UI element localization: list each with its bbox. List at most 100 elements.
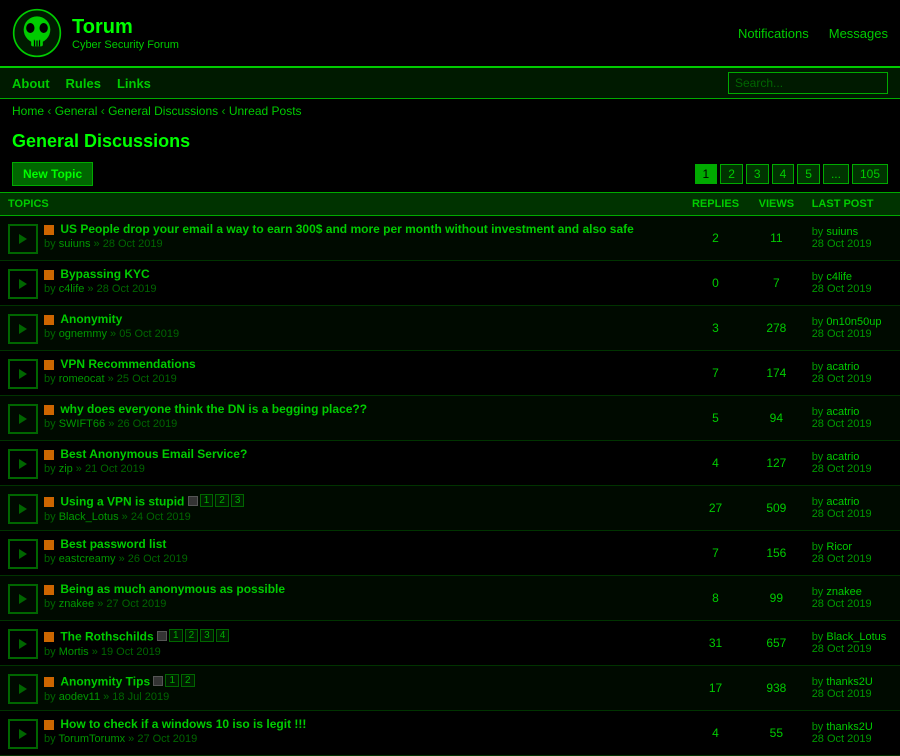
topic-author-link[interactable]: znakee <box>59 598 94 610</box>
topic-info: Anonymity by ognemmy » 05 Oct 2019 <box>44 312 179 340</box>
topic-info: Best password list by eastcreamy » 26 Oc… <box>44 537 188 565</box>
page-2[interactable]: 2 <box>720 164 743 184</box>
topic-meta: by aodev11 » 18 Jul 2019 <box>44 691 195 703</box>
topic-cell: why does everyone think the DN is a begg… <box>0 396 682 441</box>
topic-author-link[interactable]: aodev11 <box>59 691 100 703</box>
replies-cell: 4 <box>682 441 749 486</box>
site-title: Torum <box>72 16 179 39</box>
topic-status-icon <box>8 539 38 569</box>
last-post-author-link[interactable]: znakee <box>826 586 861 598</box>
page-5[interactable]: 5 <box>797 164 820 184</box>
replies-cell: 31 <box>682 621 749 666</box>
topic-title-link[interactable]: How to check if a windows 10 iso is legi… <box>60 717 306 731</box>
breadcrumb-home[interactable]: Home <box>12 104 44 118</box>
sub-page-link[interactable]: 3 <box>231 494 245 507</box>
sub-page-link[interactable]: 1 <box>169 629 183 642</box>
notifications-link[interactable]: Notifications <box>738 26 809 41</box>
topic-row-inner: Bypassing KYC by c4life » 28 Oct 2019 <box>8 267 674 299</box>
topic-icon-box <box>8 359 38 389</box>
topic-title-link[interactable]: Anonymity <box>60 312 122 326</box>
topic-author-link[interactable]: romeocat <box>59 373 105 385</box>
last-post-author-link[interactable]: suiuns <box>826 226 858 238</box>
site-subtitle: Cyber Security Forum <box>72 39 179 51</box>
topic-title-link[interactable]: why does everyone think the DN is a begg… <box>60 402 367 416</box>
topic-title-link[interactable]: The Rothschilds <box>60 630 153 644</box>
pagination: 1 2 3 4 5 ... 105 <box>695 164 888 184</box>
topic-title-link[interactable]: Best Anonymous Email Service? <box>60 447 247 461</box>
topic-author-link[interactable]: c4life <box>59 283 85 295</box>
topic-title-link[interactable]: US People drop your email a way to earn … <box>60 222 633 236</box>
replies-cell: 7 <box>682 351 749 396</box>
topic-author-link[interactable]: suiuns <box>59 238 91 250</box>
page-4[interactable]: 4 <box>772 164 795 184</box>
views-cell: 55 <box>749 711 804 756</box>
skull-icon <box>12 8 62 58</box>
new-topic-button[interactable]: New Topic <box>12 162 93 186</box>
sub-page-link[interactable]: 1 <box>165 674 179 687</box>
views-cell: 509 <box>749 486 804 531</box>
nav-about[interactable]: About <box>12 76 50 91</box>
col-topics: TOPICS <box>0 193 682 216</box>
last-post-author-link[interactable]: thanks2U <box>826 721 872 733</box>
topic-info: The Rothschilds 1234 by Mortis » 19 Oct … <box>44 627 229 658</box>
last-post-author-link[interactable]: acatrio <box>826 496 859 508</box>
page-105[interactable]: 105 <box>852 164 888 184</box>
last-post-author-link[interactable]: Black_Lotus <box>826 631 886 643</box>
page-ellipsis: ... <box>823 164 849 184</box>
nav-links-link[interactable]: Links <box>117 76 151 91</box>
last-post-author-link[interactable]: Ricor <box>826 541 852 553</box>
topic-author-link[interactable]: ognemmy <box>59 328 107 340</box>
last-post-author-link[interactable]: thanks2U <box>826 676 872 688</box>
sub-page-link[interactable]: 2 <box>181 674 195 687</box>
page-3[interactable]: 3 <box>746 164 769 184</box>
breadcrumb-unread[interactable]: Unread Posts <box>229 104 302 118</box>
sub-pages: 123 <box>188 494 245 507</box>
topic-title-link[interactable]: VPN Recommendations <box>60 357 195 371</box>
topic-cell: Best Anonymous Email Service? by zip » 2… <box>0 441 682 486</box>
topic-row-inner: How to check if a windows 10 iso is legi… <box>8 717 674 749</box>
topic-info: VPN Recommendations by romeocat » 25 Oct… <box>44 357 196 385</box>
sub-page-link[interactable]: 1 <box>200 494 214 507</box>
topic-author-link[interactable]: TorumTorumx <box>58 733 125 745</box>
last-post-author-link[interactable]: acatrio <box>826 451 859 463</box>
topic-status-icon <box>8 224 38 254</box>
views-cell: 127 <box>749 441 804 486</box>
topic-cell: Anonymity by ognemmy » 05 Oct 2019 <box>0 306 682 351</box>
last-post-author-link[interactable]: acatrio <box>826 406 859 418</box>
breadcrumb-general-discussions[interactable]: General Discussions <box>108 104 218 118</box>
topic-title-link[interactable]: Best password list <box>60 537 166 551</box>
page-1[interactable]: 1 <box>695 164 718 184</box>
messages-link[interactable]: Messages <box>829 26 888 41</box>
sub-page-link[interactable]: 3 <box>200 629 214 642</box>
last-post-author-link[interactable]: c4life <box>826 271 852 283</box>
topic-title-link[interactable]: Bypassing KYC <box>60 267 149 281</box>
topic-title-link[interactable]: Using a VPN is stupid <box>60 495 184 509</box>
topic-author-link[interactable]: SWIFT66 <box>59 418 105 430</box>
breadcrumb-general[interactable]: General <box>55 104 98 118</box>
replies-cell: 17 <box>682 666 749 711</box>
last-post-author-link[interactable]: 0n10n50up <box>826 316 881 328</box>
last-post-author-link[interactable]: acatrio <box>826 361 859 373</box>
topic-author-link[interactable]: Black_Lotus <box>59 511 119 523</box>
topic-status-icon <box>8 674 38 704</box>
search-input[interactable] <box>728 72 888 94</box>
page-title-bar: General Discussions <box>0 123 900 156</box>
topic-arrow-icon <box>19 324 27 334</box>
topic-title-link[interactable]: Anonymity Tips <box>60 675 150 689</box>
nav-rules[interactable]: Rules <box>66 76 101 91</box>
views-cell: 657 <box>749 621 804 666</box>
sub-page-link[interactable]: 2 <box>215 494 229 507</box>
topics-table: TOPICS REPLIES VIEWS LAST POST US People… <box>0 192 900 756</box>
table-row: Bypassing KYC by c4life » 28 Oct 2019 07… <box>0 261 900 306</box>
topic-title-link[interactable]: Being as much anonymous as possible <box>60 582 285 596</box>
sub-page-link[interactable]: 2 <box>185 629 199 642</box>
topic-flag <box>44 315 54 325</box>
topic-flag <box>44 585 54 595</box>
topic-author-link[interactable]: eastcreamy <box>59 553 116 565</box>
topic-author-link[interactable]: zip <box>59 463 73 475</box>
sub-page-link[interactable]: 4 <box>216 629 230 642</box>
topic-author-link[interactable]: Mortis <box>59 646 89 658</box>
table-row: Using a VPN is stupid 123 by Black_Lotus… <box>0 486 900 531</box>
views-cell: 94 <box>749 396 804 441</box>
table-header-row: TOPICS REPLIES VIEWS LAST POST <box>0 193 900 216</box>
